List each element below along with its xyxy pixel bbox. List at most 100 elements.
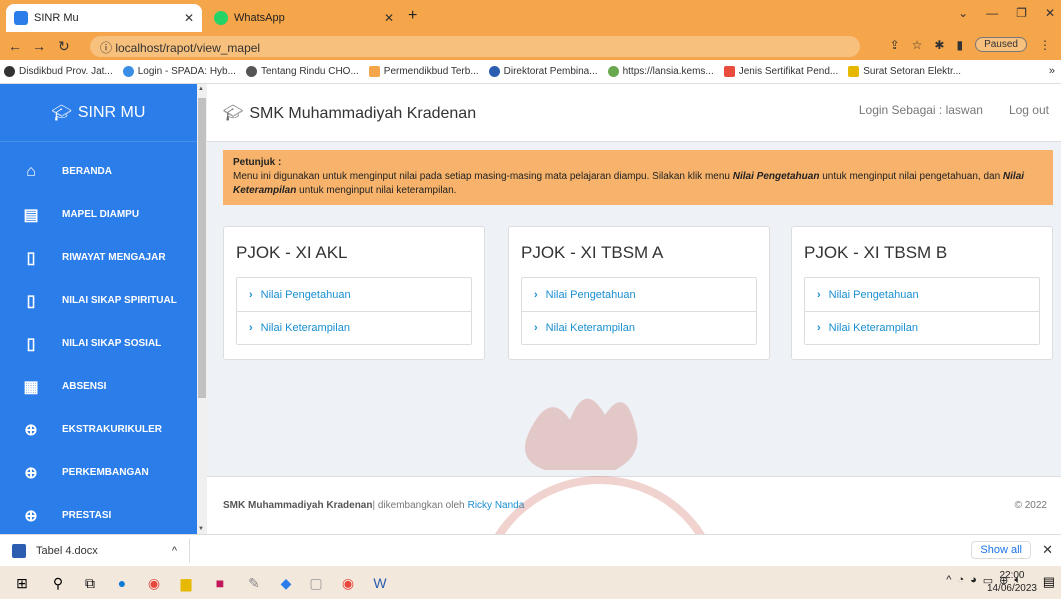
- bookmark-item[interactable]: Disdikbud Prov. Jat...: [4, 66, 113, 77]
- sidebar-scrollbar[interactable]: ▲ ▼: [197, 84, 207, 534]
- logout-link[interactable]: Log out: [1009, 103, 1049, 117]
- address-bar-row: ← → ↻ ⓘ localhost/rapot/view_mapel ⇪ ☆ ✱…: [0, 32, 1061, 60]
- sidebar-item-label: PRESTASI: [62, 510, 112, 521]
- card-title: PJOK - XI TBSM A: [521, 243, 664, 262]
- download-bar: Tabel 4.docx ^ Show all ✕: [0, 534, 1061, 566]
- bookmark-item[interactable]: Direktorat Pembina...: [488, 66, 598, 77]
- bookmark-item[interactable]: https://lansia.kems...: [607, 66, 714, 77]
- sidebar-item-ekstrakurikuler[interactable]: ⊕ EKSTRAKURIKULER: [0, 408, 197, 451]
- chrome-icon[interactable]: ◉: [338, 573, 358, 593]
- nilai-keterampilan-link[interactable]: › Nilai Keterampilan: [237, 311, 471, 344]
- ball-icon: ⊕: [24, 464, 38, 482]
- chevron-right-icon: ›: [534, 288, 538, 301]
- scroll-up-icon[interactable]: ▲: [198, 86, 204, 92]
- url-text: localhost/rapot/view_mapel: [115, 41, 261, 55]
- notification-icon[interactable]: ▤: [1043, 574, 1055, 590]
- clock-date: 14/06/2023: [986, 583, 1037, 594]
- taskbar-clock[interactable]: 22:00 14/06/2023: [987, 569, 1037, 595]
- app-icon[interactable]: ◆: [276, 573, 296, 593]
- document-icon: ▯: [26, 249, 36, 267]
- minimize-button[interactable]: —: [986, 6, 998, 20]
- close-icon[interactable]: ✕: [1042, 542, 1053, 558]
- download-item[interactable]: Tabel 4.docx ^: [6, 539, 190, 563]
- sidepanel-icon[interactable]: ▮: [956, 38, 963, 52]
- nilai-keterampilan-link[interactable]: › Nilai Keterampilan: [805, 311, 1039, 344]
- app-icon[interactable]: ■: [210, 573, 230, 593]
- developer-link[interactable]: Ricky Nanda: [468, 500, 525, 511]
- document-icon: ▯: [26, 292, 36, 310]
- bookmark-item[interactable]: Tentang Rindu CHO...: [245, 66, 359, 77]
- search-icon[interactable]: ⚲: [48, 573, 68, 593]
- sidebar-item-perkembangan[interactable]: ⊕ PERKEMBANGAN: [0, 451, 197, 494]
- nilai-pengetahuan-link[interactable]: › Nilai Pengetahuan: [237, 278, 471, 311]
- share-icon[interactable]: ⇪: [890, 38, 900, 52]
- reload-button[interactable]: ↻: [58, 38, 70, 55]
- card-title: PJOK - XI AKL: [236, 243, 348, 262]
- sidebar-item-mapel-diampu[interactable]: ▤ MAPEL DIAMPU: [0, 193, 197, 236]
- tab-favicon-icon: [14, 11, 28, 25]
- file-explorer-icon[interactable]: ▆: [176, 573, 196, 593]
- close-window-button[interactable]: ✕: [1045, 6, 1055, 20]
- app-icon[interactable]: ▢: [306, 573, 326, 593]
- word-icon[interactable]: W: [370, 573, 390, 593]
- brand-label: SINR MU: [77, 103, 146, 121]
- main-content: 🎓︎ SMK Muhammadiyah Kradenan Login Sebaga…: [207, 84, 1061, 534]
- windows-taskbar: ⊞ ⚲ ⧉ ● ◉ ▆ ■ ✎ ◆ ▢ ◉ W ^ ◔ ◕ ▭ ⊕ 🔈︎ 22:…: [0, 566, 1061, 599]
- nilai-pengetahuan-link[interactable]: › Nilai Pengetahuan: [805, 278, 1039, 311]
- feather-icon: [245, 66, 257, 77]
- chevron-right-icon: ›: [817, 322, 821, 334]
- sidebar-item-nilai-sikap-sosial[interactable]: ▯ NILAI SIKAP SOSIAL: [0, 322, 197, 365]
- sidebar-item-absensi[interactable]: ▦ ABSENSI: [0, 365, 197, 408]
- menu-dots-icon[interactable]: ⋮: [1039, 38, 1051, 52]
- login-as-label: Login Sebagai : laswan: [858, 103, 983, 117]
- profile-paused-button[interactable]: Paused: [975, 37, 1027, 52]
- back-button[interactable]: ←: [8, 38, 22, 54]
- forward-button[interactable]: →: [32, 38, 46, 54]
- sidebar-item-riwayat-mengajar[interactable]: ▯ RIWAYAT MENGAJAR: [0, 236, 197, 279]
- tab-close-icon[interactable]: ✕: [384, 11, 394, 25]
- footer-school: SMK Muhammadiyah Kradenan: [223, 500, 373, 511]
- task-view-icon[interactable]: ⧉: [80, 573, 100, 593]
- chevron-up-icon[interactable]: ^: [946, 574, 951, 587]
- new-tab-button[interactable]: +: [408, 7, 417, 25]
- sidebar-brand[interactable]: 🎓︎ SINR MU: [0, 84, 197, 142]
- bookmark-item[interactable]: Login - SPADA: Hyb...: [122, 66, 236, 77]
- sidebar-item-prestasi[interactable]: ⊕ PRESTASI: [0, 494, 197, 534]
- tab-sinr-mu[interactable]: SINR Mu ✕: [6, 4, 202, 32]
- show-all-button[interactable]: Show all: [971, 541, 1031, 559]
- bookmarks-overflow-icon[interactable]: »: [1049, 65, 1055, 77]
- tray-app-icon[interactable]: ◔: [957, 574, 964, 587]
- tab-close-icon[interactable]: ✕: [184, 11, 194, 25]
- bookmark-item[interactable]: Jenis Sertifikat Pend...: [723, 66, 838, 77]
- spada-icon: [122, 66, 134, 77]
- windows-start-icon[interactable]: ⊞: [12, 573, 32, 593]
- chrome-icon[interactable]: ◉: [144, 573, 164, 593]
- sidebar-item-label: NILAI SIKAP SPIRITUAL: [62, 295, 177, 306]
- nilai-keterampilan-link[interactable]: › Nilai Keterampilan: [522, 311, 756, 344]
- chevron-up-icon[interactable]: ^: [172, 545, 177, 557]
- edge-icon[interactable]: ●: [112, 573, 132, 593]
- globe-icon: [488, 66, 500, 77]
- footer-developed-by: | dikembangkan oleh: [372, 500, 465, 511]
- bookmark-item[interactable]: Surat Setoran Elektr...: [848, 66, 961, 77]
- document-icon: [368, 66, 380, 77]
- url-field[interactable]: ⓘ localhost/rapot/view_mapel: [90, 36, 860, 57]
- tab-whatsapp[interactable]: WhatsApp ✕: [206, 4, 402, 32]
- sidebar-item-nilai-sikap-spiritual[interactable]: ▯ NILAI SIKAP SPIRITUAL: [0, 279, 197, 322]
- sidebar-item-beranda[interactable]: ⌂ BERANDA: [0, 150, 197, 193]
- app-icon[interactable]: ✎: [244, 573, 264, 593]
- chevron-down-icon[interactable]: ⌄: [958, 6, 968, 20]
- nilai-pengetahuan-link[interactable]: › Nilai Pengetahuan: [522, 278, 756, 311]
- bookmark-item[interactable]: Permendikbud Terb...: [368, 66, 479, 77]
- restore-button[interactable]: ❐: [1016, 6, 1027, 20]
- graduation-cap-icon: 🎓︎: [51, 104, 72, 122]
- chevron-right-icon: ›: [817, 288, 821, 301]
- extensions-icon[interactable]: ✱: [934, 38, 944, 52]
- scrollbar-thumb[interactable]: [198, 98, 206, 398]
- star-icon[interactable]: ☆: [912, 38, 923, 52]
- scroll-down-icon[interactable]: ▼: [198, 526, 204, 532]
- tray-app-icon[interactable]: ◕: [970, 574, 977, 587]
- graduation-cap-icon: 🎓︎: [223, 104, 244, 122]
- user-area: Login Sebagai : laswan Log out: [859, 103, 1049, 117]
- calendar-icon: ▦: [23, 378, 39, 396]
